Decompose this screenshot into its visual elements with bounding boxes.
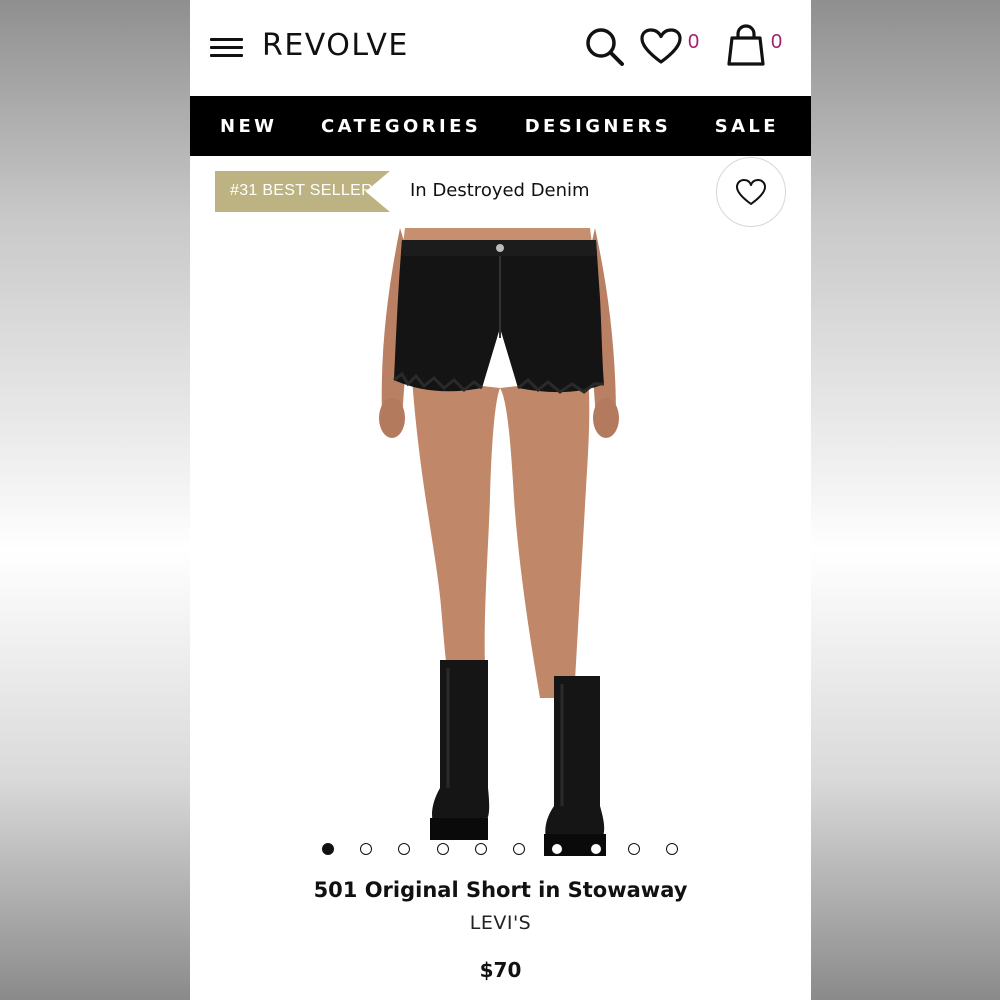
nav-item-sale[interactable]: SALE bbox=[715, 116, 779, 137]
nav-item-categories[interactable]: CATEGORIES bbox=[321, 116, 481, 137]
nav-item-designers[interactable]: DESIGNERS bbox=[525, 116, 671, 137]
mobile-page: REVOLVE 0 0 NEW CATEGORIES DESIGNERS SAL… bbox=[190, 0, 811, 1000]
carousel-dot[interactable] bbox=[360, 843, 372, 855]
main-nav: NEW CATEGORIES DESIGNERS SALE bbox=[190, 96, 811, 156]
site-header: REVOLVE 0 0 bbox=[190, 0, 811, 96]
search-icon bbox=[586, 28, 624, 66]
best-seller-label: #31 BEST SELLER bbox=[230, 182, 373, 199]
heart-icon bbox=[640, 28, 682, 64]
carousel-dot[interactable] bbox=[475, 843, 487, 855]
wishlist-count: 0 bbox=[688, 31, 700, 53]
bag-count: 0 bbox=[771, 31, 783, 53]
product-image[interactable] bbox=[350, 228, 650, 868]
product-photo-illustration bbox=[379, 228, 619, 856]
add-to-wishlist-button[interactable] bbox=[716, 157, 786, 227]
carousel-dot[interactable] bbox=[590, 843, 602, 855]
carousel-dot[interactable] bbox=[513, 843, 525, 855]
carousel-dot[interactable] bbox=[437, 843, 449, 855]
menu-button[interactable] bbox=[210, 36, 243, 60]
carousel-dot[interactable] bbox=[322, 843, 334, 855]
carousel-dot[interactable] bbox=[398, 843, 410, 855]
heart-icon bbox=[736, 179, 766, 205]
carousel-dot[interactable] bbox=[628, 843, 640, 855]
bag-button[interactable] bbox=[726, 24, 766, 66]
wishlist-button[interactable] bbox=[640, 28, 682, 66]
best-seller-badge: #31 BEST SELLER bbox=[215, 171, 390, 212]
menu-icon-bar bbox=[210, 46, 243, 49]
search-button[interactable] bbox=[584, 26, 626, 68]
menu-icon-bar bbox=[210, 38, 243, 41]
shopping-bag-icon bbox=[727, 24, 765, 66]
product-price: $70 bbox=[479, 958, 522, 982]
menu-icon-bar bbox=[210, 54, 243, 57]
nav-item-new[interactable]: NEW bbox=[220, 116, 277, 137]
product-designer-link[interactable]: LEVI'S bbox=[190, 912, 811, 934]
product-title: 501 Original Short in Stowaway bbox=[313, 878, 688, 902]
carousel-dot[interactable] bbox=[666, 843, 678, 855]
carousel-indicators bbox=[322, 843, 682, 857]
carousel-dot[interactable] bbox=[551, 843, 563, 855]
best-seller-category: In Destroyed Denim bbox=[410, 180, 590, 201]
brand-logo[interactable]: REVOLVE bbox=[262, 28, 409, 63]
